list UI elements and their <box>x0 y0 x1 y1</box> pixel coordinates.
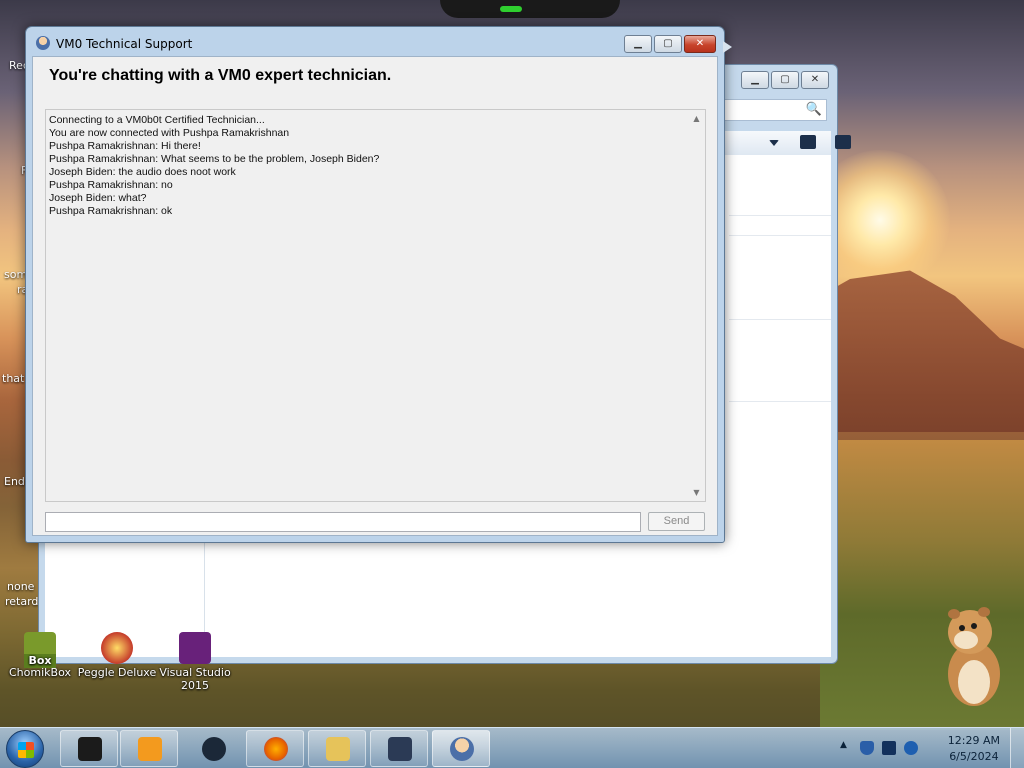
show-hidden-icons-icon[interactable]: ▲ <box>840 740 847 750</box>
chat-caption-buttons: ▁ ▢ ✕ <box>624 35 716 53</box>
close-button[interactable]: ✕ <box>684 35 716 53</box>
bg-row-divider <box>729 401 831 402</box>
desktop-icon-label: Visual Studio 2015 <box>159 666 231 692</box>
message-input[interactable] <box>45 512 641 532</box>
send-button[interactable]: Send <box>648 512 705 531</box>
desktop-label-som[interactable]: som <box>4 268 27 281</box>
desktop-label-that[interactable]: that <box>2 372 24 385</box>
minimize-button[interactable]: ▁ <box>624 35 652 53</box>
chat-heading: You're chatting with a VM0 expert techni… <box>49 67 392 84</box>
network-icon[interactable] <box>904 741 918 755</box>
display-icon[interactable] <box>882 741 896 755</box>
chat-message: Pushpa Ramakrishnan: Hi there! <box>49 140 201 152</box>
bg-minimize-button[interactable]: ▁ <box>741 71 769 89</box>
desktop-icon-chomikbox[interactable]: Box ChomikBox <box>0 632 80 679</box>
chat-message: Pushpa Ramakrishnan: ok <box>49 205 173 217</box>
scroll-down-arrow-icon[interactable]: ▼ <box>688 484 705 501</box>
bg-row-divider <box>729 319 831 320</box>
visual-studio-icon <box>179 632 211 664</box>
bg-close-button[interactable]: ✕ <box>801 71 829 89</box>
chat-titlebar[interactable]: VM0 Technical Support ▁ ▢ ✕ <box>26 27 732 57</box>
desktop-icon-label: Peggle Deluxe <box>77 666 157 679</box>
peggle-icon <box>101 632 133 664</box>
show-desktop-button[interactable] <box>1010 728 1024 768</box>
firefox-icon <box>264 737 288 761</box>
taskbar-item-steam[interactable] <box>184 730 242 767</box>
taskbar: ▲ 12:29 AM 6/5/2024 <box>0 727 1024 768</box>
chat-message: Joseph Biden: what? <box>49 192 147 204</box>
chat-message: Connecting to a VM0b0t Certified Technic… <box>49 114 265 126</box>
desktop-icon-peggle[interactable]: Peggle Deluxe <box>77 632 157 679</box>
chat-log-scrollbar[interactable]: ▲ ▼ <box>688 110 705 501</box>
taskbar-item-firefox[interactable] <box>246 730 304 767</box>
window-title: VM0 Technical Support <box>56 37 193 51</box>
desktop-label-none[interactable]: none <box>7 580 34 593</box>
folder-icon <box>326 737 350 761</box>
technician-icon <box>36 36 50 50</box>
taskbar-item-vm0-support[interactable] <box>432 730 490 767</box>
technician-icon <box>450 737 474 761</box>
bg-maximize-button[interactable]: ▢ <box>771 71 799 89</box>
desktop-icon-visual-studio[interactable]: Visual Studio 2015 <box>155 632 235 692</box>
chomikbox-badge: Box <box>24 654 56 668</box>
chat-client-area: You're chatting with a VM0 expert techni… <box>32 56 718 536</box>
bg-row-divider <box>729 235 831 236</box>
taskbar-item-monitor[interactable] <box>370 730 428 767</box>
taskbar-item-black-box[interactable] <box>60 730 118 767</box>
media-player-icon <box>138 737 162 761</box>
top-gadget <box>440 0 620 18</box>
cursor-arrow-icon <box>723 41 732 53</box>
maximize-button[interactable]: ▢ <box>654 35 682 53</box>
chat-message: Pushpa Ramakrishnan: What seems to be th… <box>49 153 380 165</box>
bg-row-divider <box>729 215 831 216</box>
search-icon[interactable]: 🔍 <box>806 102 822 117</box>
desktop-label-end[interactable]: End <box>4 475 25 488</box>
clock-time: 12:29 AM <box>947 734 1000 747</box>
chomikbox-icon: Box <box>24 632 56 668</box>
chevron-down-icon[interactable] <box>769 140 779 146</box>
scroll-up-arrow-icon[interactable]: ▲ <box>688 110 705 127</box>
bg-search-input[interactable]: 🔍 <box>717 99 827 121</box>
chat-log[interactable]: Connecting to a VM0b0t Certified Technic… <box>45 109 706 502</box>
steam-icon <box>202 737 226 761</box>
chat-message: Pushpa Ramakrishnan: no <box>49 179 173 191</box>
chat-window[interactable]: VM0 Technical Support ▁ ▢ ✕ You're chatt… <box>25 26 732 543</box>
view-icon[interactable] <box>800 135 816 149</box>
clock[interactable]: 12:29 AM 6/5/2024 <box>948 733 1000 765</box>
chat-message: Joseph Biden: the audio does noot work <box>49 166 236 178</box>
taskbar-item-explorer[interactable] <box>308 730 366 767</box>
chat-messages: Connecting to a VM0b0t Certified Technic… <box>49 114 687 218</box>
chat-message: You are now connected with Pushpa Ramakr… <box>49 127 290 139</box>
gadget-led <box>500 6 522 12</box>
preview-pane-icon[interactable] <box>835 135 851 149</box>
start-button[interactable] <box>6 730 44 768</box>
shield-icon[interactable] <box>860 741 874 755</box>
bg-window-caption-buttons: ▁ ▢ ✕ <box>741 71 829 89</box>
system-tray: ▲ <box>834 728 924 768</box>
clock-date: 6/5/2024 <box>949 750 999 763</box>
black-box-icon <box>78 737 102 761</box>
monitor-icon <box>388 737 412 761</box>
hamster-figure <box>948 607 1000 706</box>
taskbar-item-media-player[interactable] <box>120 730 178 767</box>
